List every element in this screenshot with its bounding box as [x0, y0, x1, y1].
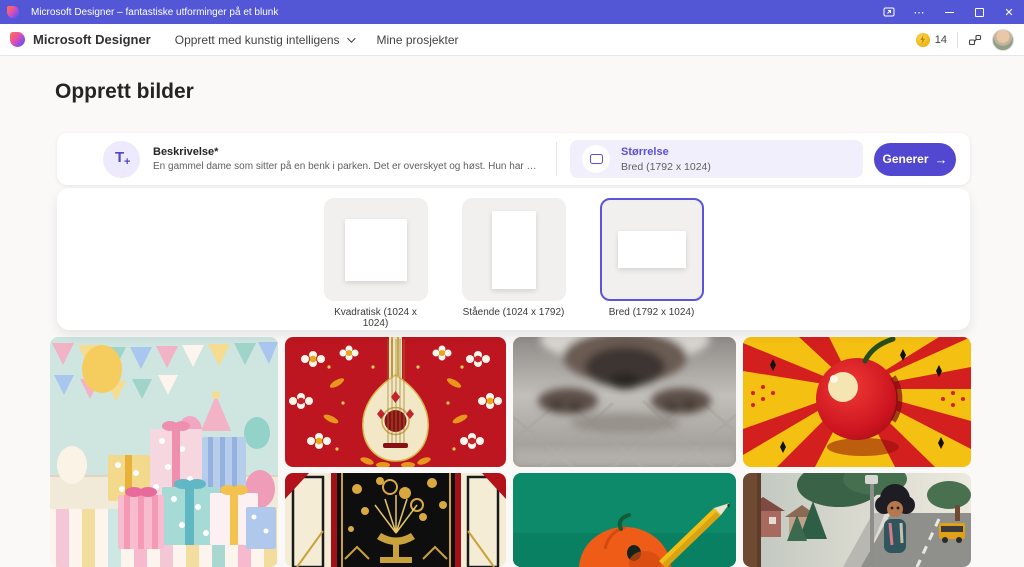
open-in-browser-icon[interactable]	[874, 0, 904, 24]
size-value: Bred (1792 x 1024)	[621, 160, 711, 174]
landscape-shape-icon	[618, 231, 686, 268]
window-title: Microsoft Designer – fantastiske utformi…	[31, 7, 278, 18]
lightning-icon	[920, 35, 926, 44]
size-preview-wide-selected[interactable]	[600, 198, 704, 301]
text-add-icon: T +	[103, 141, 140, 178]
avatar[interactable]	[992, 29, 1014, 51]
designer-logo-icon	[7, 6, 19, 18]
gallery-image-pop-art-cherry[interactable]	[743, 337, 971, 467]
portrait-shape-icon	[492, 211, 536, 289]
credits-count: 14	[935, 34, 947, 46]
text-glyph: T	[115, 149, 124, 166]
nav-create-label: Opprett med kunstig intelligens	[175, 33, 340, 47]
landscape-rect-icon	[590, 154, 603, 164]
green-orange-illustration	[513, 473, 736, 567]
girl-street-scene-illustration	[743, 473, 971, 567]
generate-button[interactable]: Generer →	[874, 143, 956, 176]
size-chip-text: Størrelse Bred (1792 x 1024)	[621, 145, 711, 174]
size-option-wide[interactable]: Bred (1792 x 1024)	[600, 198, 704, 329]
gallery-image-green-orange-illustration[interactable]	[513, 473, 736, 567]
description-text: Beskrivelse* En gammel dame som sitter p…	[153, 145, 538, 174]
share-button[interactable]	[968, 33, 982, 47]
header-right: 14	[916, 29, 1014, 51]
gallery-image-dog-closeup[interactable]	[513, 337, 736, 467]
square-shape-icon	[345, 219, 407, 281]
credits-button[interactable]: 14	[916, 33, 947, 47]
size-icon-circle	[582, 145, 610, 173]
birthday-gifts-illustration	[50, 337, 278, 567]
window-titlebar: Microsoft Designer – fantastiske utformi…	[0, 0, 1024, 24]
pop-art-cherry-illustration	[743, 337, 971, 467]
description-value: En gammel dame som sitter på en benk i p…	[153, 160, 538, 174]
gallery-image-girl-street-scene[interactable]	[743, 473, 971, 567]
description-field[interactable]: T + Beskrivelse* En gammel dame som sitt…	[57, 141, 556, 178]
brand-name: Microsoft Designer	[33, 32, 151, 47]
size-option-portrait[interactable]: Stående (1024 x 1792)	[462, 198, 566, 329]
form-divider	[556, 142, 557, 176]
gallery-image-folk-art-lute[interactable]	[285, 337, 506, 467]
window-controls: ⋯ ✕	[874, 0, 1024, 24]
gallery-image-art-deco-fountain[interactable]	[285, 473, 506, 567]
generate-label: Generer	[882, 152, 928, 166]
art-deco-fountain-illustration	[285, 473, 506, 567]
page-title: Opprett bilder	[55, 80, 194, 104]
arrow-right-icon: →	[935, 152, 948, 167]
plus-glyph: +	[124, 156, 130, 168]
size-option-square[interactable]: Kvadratisk (1024 x 1024)	[324, 198, 428, 329]
prompt-form-card: T + Beskrivelse* En gammel dame som sitt…	[57, 133, 970, 185]
nav-projects-label: Mine prosjekter	[377, 33, 459, 47]
size-option-label: Bred (1792 x 1024)	[600, 307, 704, 318]
size-options-panel: Kvadratisk (1024 x 1024) Stående (1024 x…	[57, 188, 970, 330]
size-preview-portrait[interactable]	[462, 198, 566, 301]
header-divider	[957, 32, 958, 48]
chevron-down-icon	[347, 34, 355, 42]
size-selector[interactable]: Størrelse Bred (1792 x 1024)	[570, 140, 863, 178]
app-header: Microsoft Designer Opprett med kunstig i…	[0, 24, 1024, 56]
credit-coin-icon	[916, 33, 930, 47]
maximize-icon	[975, 8, 984, 17]
share-icon	[968, 33, 982, 47]
more-options-button[interactable]: ⋯	[904, 0, 934, 24]
dog-closeup-illustration	[513, 337, 736, 467]
size-cards: Kvadratisk (1024 x 1024) Stående (1024 x…	[57, 198, 970, 329]
brand-home-link[interactable]: Microsoft Designer	[10, 32, 151, 47]
description-label: Beskrivelse*	[153, 145, 538, 160]
folk-art-lute-illustration	[285, 337, 506, 467]
close-button[interactable]: ✕	[994, 0, 1024, 24]
size-preview-square[interactable]	[324, 198, 428, 301]
designer-logo-icon	[10, 32, 25, 47]
size-label: Størrelse	[621, 145, 711, 160]
size-option-label: Stående (1024 x 1792)	[462, 307, 566, 318]
minimize-icon	[945, 12, 954, 13]
minimize-button[interactable]	[934, 0, 964, 24]
gallery-image-birthday-gifts[interactable]	[50, 337, 278, 567]
size-option-label: Kvadratisk (1024 x 1024)	[324, 307, 428, 329]
maximize-button[interactable]	[964, 0, 994, 24]
nav-my-projects[interactable]: Mine prosjekter	[377, 33, 459, 47]
nav-create-with-ai[interactable]: Opprett med kunstig intelligens	[175, 33, 353, 47]
